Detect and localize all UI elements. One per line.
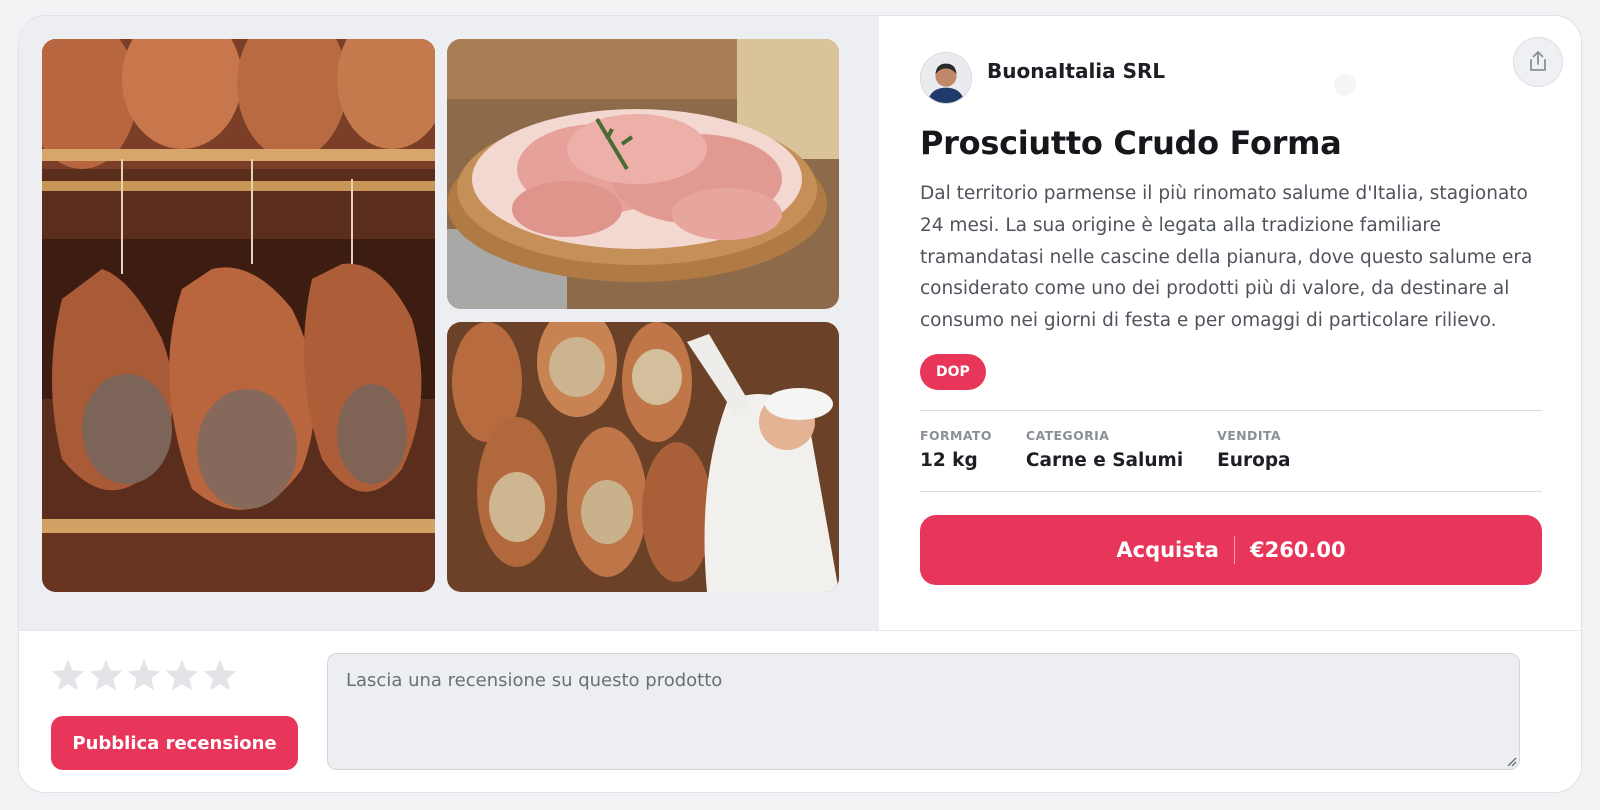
publish-review-button[interactable]: Pubblica recensione xyxy=(51,716,298,770)
spec-label: CATEGORIA xyxy=(1025,428,1110,443)
spec-label: FORMATO xyxy=(920,428,992,443)
review-textarea[interactable] xyxy=(327,653,1520,770)
star-rating[interactable] xyxy=(50,657,238,693)
spec-vendita: VENDITA Europa xyxy=(1217,428,1290,471)
spec-label: VENDITA xyxy=(1217,428,1281,443)
product-info: BuonaItalia SRL Prosciutto Crudo Forma D… xyxy=(879,16,1581,630)
buy-price: €260.00 xyxy=(1249,538,1346,562)
resize-grip-icon[interactable] xyxy=(1507,757,1517,767)
star-icon[interactable] xyxy=(88,657,124,693)
product-title: Prosciutto Crudo Forma xyxy=(920,124,1342,162)
star-icon[interactable] xyxy=(50,657,86,693)
buy-label: Acquista xyxy=(1116,538,1219,562)
gallery-photo-sliced[interactable] xyxy=(447,39,839,309)
star-icon[interactable] xyxy=(202,657,238,693)
review-section: Pubblica recensione xyxy=(19,630,1581,792)
spec-value: Europa xyxy=(1217,450,1291,471)
seller[interactable]: BuonaItalia SRL xyxy=(920,52,1165,104)
buy-separator xyxy=(1233,536,1235,564)
decorative-dot xyxy=(1334,74,1356,96)
divider-top xyxy=(920,410,1542,411)
divider-bottom xyxy=(920,491,1542,492)
buy-button[interactable]: Acquista €260.00 xyxy=(920,515,1542,585)
avatar[interactable] xyxy=(920,52,972,104)
product-card: BuonaItalia SRL Prosciutto Crudo Forma D… xyxy=(18,15,1582,793)
spec-value: Carne e Salumi xyxy=(1025,450,1184,471)
spec-value: 12 kg xyxy=(920,450,978,471)
spec-categoria: CATEGORIA Carne e Salumi xyxy=(1026,428,1183,471)
share-icon xyxy=(1528,50,1548,75)
dop-badge: DOP xyxy=(920,354,986,390)
spec-formato: FORMATO 12 kg xyxy=(920,428,992,471)
seller-name[interactable]: BuonaItalia SRL xyxy=(987,59,1165,83)
gallery-photo-curing[interactable] xyxy=(447,322,839,592)
product-description: Dal territorio parmense il più rinomato … xyxy=(920,183,1533,332)
photo-gallery xyxy=(19,16,879,630)
star-icon[interactable] xyxy=(164,657,200,693)
gallery-photo-main[interactable] xyxy=(42,39,435,592)
star-icon[interactable] xyxy=(126,657,162,693)
share-button[interactable] xyxy=(1513,37,1563,87)
product-specs: FORMATO 12 kg CATEGORIA Carne e Salumi V… xyxy=(920,428,1325,471)
